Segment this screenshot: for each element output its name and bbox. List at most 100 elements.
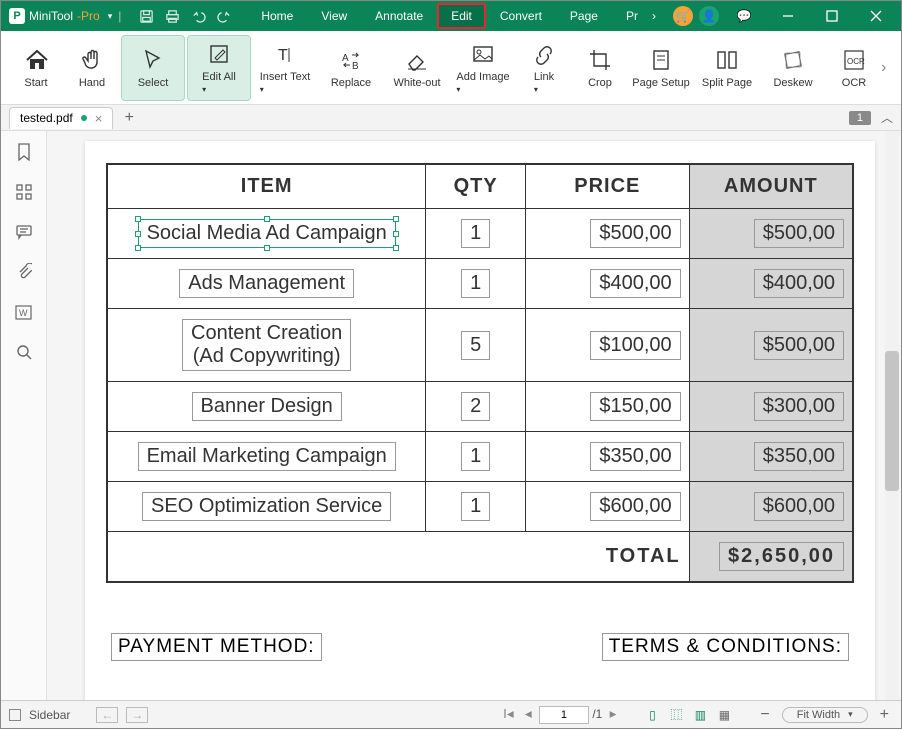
- feedback-icon[interactable]: 💬: [725, 1, 763, 31]
- ribbon-ocr[interactable]: OCROCR: [827, 35, 881, 101]
- pdf-page: ITEM QTY PRICE AMOUNT Social Media Ad Ca…: [85, 141, 875, 700]
- print-icon[interactable]: [161, 5, 183, 27]
- cell-qty[interactable]: 1: [426, 432, 526, 482]
- tab-home[interactable]: Home: [247, 1, 307, 31]
- first-page-icon[interactable]: I◂: [499, 706, 517, 722]
- ribbon-white-out[interactable]: White-out: [385, 35, 449, 101]
- undo-icon[interactable]: [187, 5, 209, 27]
- cell-qty[interactable]: 1: [426, 259, 526, 309]
- tab-more[interactable]: Pr: [612, 1, 652, 31]
- zoom-in-button[interactable]: +: [876, 706, 893, 724]
- cell-price[interactable]: $600,00: [526, 482, 690, 532]
- ribbon-replace[interactable]: ABReplace: [319, 35, 383, 101]
- ribbon-hand[interactable]: Hand: [65, 35, 119, 101]
- cell-item[interactable]: Ads Management: [107, 259, 426, 309]
- comments-icon[interactable]: [13, 221, 35, 243]
- ribbon-deskew[interactable]: Deskew: [761, 35, 825, 101]
- minimize-icon[interactable]: [769, 1, 807, 31]
- sidebar-label[interactable]: Sidebar: [29, 708, 70, 722]
- ribbon-select[interactable]: Select: [121, 35, 185, 101]
- ribbon-label: Crop: [588, 77, 612, 89]
- close-tab-icon[interactable]: ×: [95, 111, 103, 126]
- cell-price[interactable]: $500,00: [526, 209, 690, 259]
- cell-item[interactable]: SEO Optimization Service: [107, 482, 426, 532]
- cell-item[interactable]: Social Media Ad Campaign: [107, 209, 426, 259]
- tab-annotate[interactable]: Annotate: [361, 1, 437, 31]
- app-logo: P MiniTool-Pro ▾ |: [1, 8, 129, 24]
- cell-amount[interactable]: $500,00: [689, 309, 853, 382]
- svg-text:B: B: [352, 61, 359, 72]
- cell-qty[interactable]: 1: [426, 209, 526, 259]
- cell-price[interactable]: $100,00: [526, 309, 690, 382]
- cell-price[interactable]: $400,00: [526, 259, 690, 309]
- unsaved-dot-icon: [81, 115, 87, 121]
- cell-qty[interactable]: 5: [426, 309, 526, 382]
- save-icon[interactable]: [135, 5, 157, 27]
- heading-payment[interactable]: PAYMENT METHOD:: [111, 633, 322, 661]
- cell-item[interactable]: Banner Design: [107, 382, 426, 432]
- cell-amount[interactable]: $300,00: [689, 382, 853, 432]
- logo-icon: P: [9, 8, 25, 24]
- tabs-overflow-icon[interactable]: ›: [652, 9, 656, 23]
- cell-amount[interactable]: $350,00: [689, 432, 853, 482]
- zoom-out-button[interactable]: −: [756, 706, 773, 724]
- cell-item[interactable]: Content Creation(Ad Copywriting): [107, 309, 426, 382]
- ribbon-page-setup[interactable]: Page Setup: [629, 35, 693, 101]
- search-icon[interactable]: [13, 341, 35, 363]
- cart-icon[interactable]: 🛒: [673, 6, 693, 26]
- tab-page[interactable]: Page: [556, 1, 612, 31]
- cell-amount[interactable]: $500,00: [689, 209, 853, 259]
- nav-back-icon[interactable]: ←: [96, 707, 118, 723]
- sidebar-toggle-icon[interactable]: [9, 709, 21, 721]
- ribbon-add-image[interactable]: Add Image▾: [451, 35, 515, 101]
- ribbon-start[interactable]: Start: [9, 35, 63, 101]
- collapse-ribbon-icon[interactable]: ︿: [881, 109, 893, 126]
- view-single-icon[interactable]: ▯: [644, 707, 660, 723]
- view-grid-icon[interactable]: ▦: [716, 707, 732, 723]
- word-icon[interactable]: W: [13, 301, 35, 323]
- redo-icon[interactable]: [213, 5, 235, 27]
- document-viewport[interactable]: ITEM QTY PRICE AMOUNT Social Media Ad Ca…: [47, 131, 901, 700]
- ribbon-insert-text[interactable]: TInsert Text▾: [253, 35, 317, 101]
- add-tab-button[interactable]: +: [119, 109, 139, 127]
- document-tab[interactable]: tested.pdf ×: [9, 107, 113, 129]
- bookmark-icon[interactable]: [13, 141, 35, 163]
- table-row: Content Creation(Ad Copywriting)5$100,00…: [107, 309, 853, 382]
- ribbon-overflow-icon[interactable]: ›: [881, 59, 897, 75]
- close-icon[interactable]: [857, 1, 895, 31]
- scrollbar-thumb[interactable]: [885, 351, 899, 491]
- cell-qty[interactable]: 1: [426, 482, 526, 532]
- hand-icon: [79, 47, 105, 73]
- ribbon-edit-all[interactable]: Edit All▾: [187, 35, 251, 101]
- tab-edit[interactable]: Edit: [437, 3, 486, 29]
- ribbon-split-page[interactable]: Split Page: [695, 35, 759, 101]
- cell-amount[interactable]: $400,00: [689, 259, 853, 309]
- cell-price[interactable]: $350,00: [526, 432, 690, 482]
- statusbar: Sidebar ← → I◂ ◂ /1 ▸ ▯ ⿲ ▥ ▦ − Fit Widt…: [1, 700, 901, 728]
- cell-item[interactable]: Email Marketing Campaign: [107, 432, 426, 482]
- qat-dropdown-icon[interactable]: ▾: [108, 11, 113, 22]
- cell-qty[interactable]: 2: [426, 382, 526, 432]
- view-facing-icon[interactable]: ▥: [692, 707, 708, 723]
- total-label: TOTAL: [107, 532, 689, 583]
- tab-convert[interactable]: Convert: [486, 1, 556, 31]
- page-input[interactable]: [539, 706, 589, 724]
- quick-access-toolbar: [135, 5, 235, 27]
- next-page-icon[interactable]: ▸: [606, 706, 621, 722]
- user-icon[interactable]: 👤: [699, 6, 719, 26]
- cell-amount[interactable]: $600,00: [689, 482, 853, 532]
- ribbon-crop[interactable]: Crop: [573, 35, 627, 101]
- attachments-icon[interactable]: [13, 261, 35, 283]
- nav-fwd-icon[interactable]: →: [126, 707, 148, 723]
- th-item: ITEM: [107, 164, 426, 209]
- cell-price[interactable]: $150,00: [526, 382, 690, 432]
- thumbnails-icon[interactable]: [13, 181, 35, 203]
- view-continuous-icon[interactable]: ⿲: [668, 707, 684, 723]
- zoom-fit-dropdown[interactable]: Fit Width▾: [782, 707, 868, 723]
- svg-text:A: A: [342, 53, 349, 64]
- ribbon-link[interactable]: Link▾: [517, 35, 571, 101]
- heading-terms[interactable]: TERMS & CONDITIONS:: [602, 633, 849, 661]
- tab-view[interactable]: View: [307, 1, 361, 31]
- maximize-icon[interactable]: [813, 1, 851, 31]
- prev-page-icon[interactable]: ◂: [521, 706, 536, 722]
